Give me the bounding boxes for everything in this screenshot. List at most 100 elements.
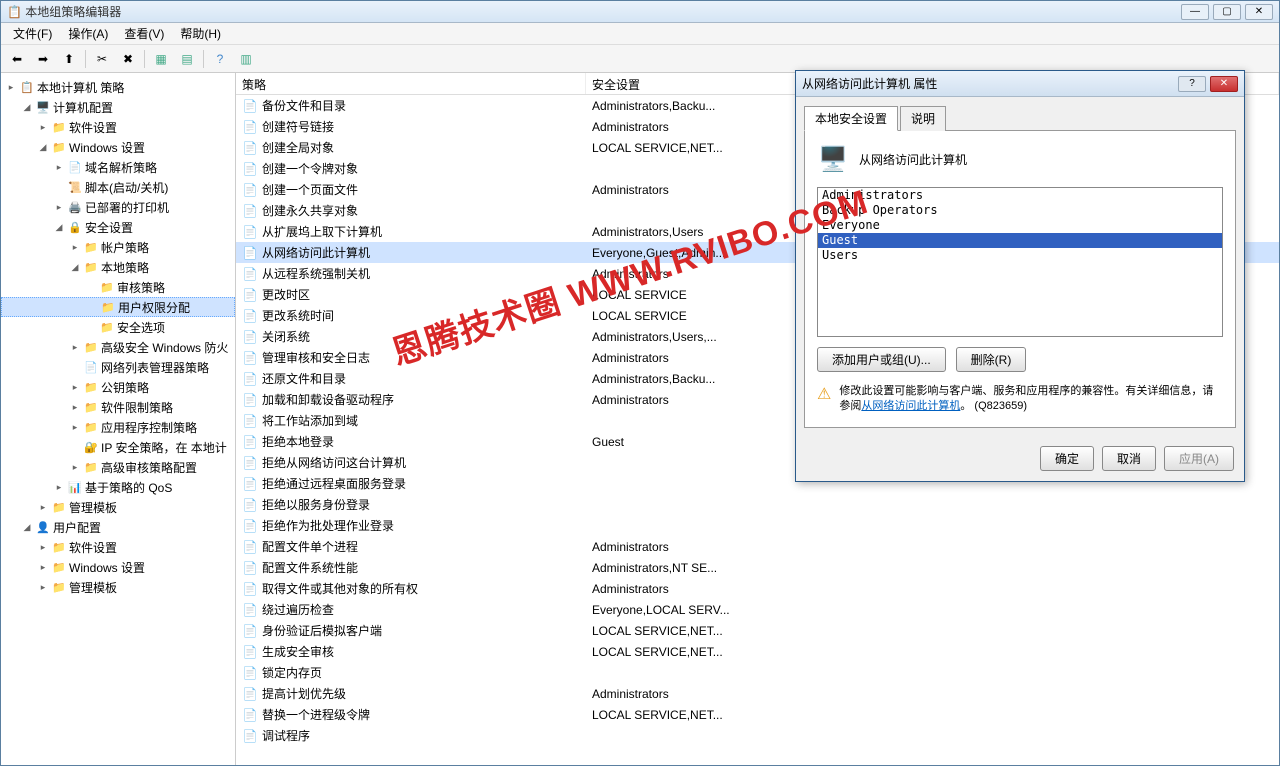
expand-icon[interactable]: ◢: [21, 522, 33, 533]
menu-view[interactable]: 查看(V): [116, 23, 172, 44]
expand-icon[interactable]: ◢: [21, 102, 33, 113]
expand-icon[interactable]: ▸: [37, 502, 49, 513]
help-button[interactable]: ?: [208, 48, 232, 70]
tab-local-security[interactable]: 本地安全设置: [804, 106, 898, 131]
policy-row[interactable]: 📄配置文件单个进程Administrators: [236, 536, 1279, 557]
col-policy[interactable]: 策略: [236, 73, 586, 94]
tree-item-user_windows[interactable]: ▸📁Windows 设置: [1, 557, 235, 577]
refresh-button[interactable]: ▦: [149, 48, 173, 70]
user-list-item[interactable]: Everyone: [818, 218, 1222, 233]
warning-link[interactable]: 从网络访问此计算机: [861, 400, 960, 412]
tree-item-security_settings[interactable]: ◢🔒安全设置: [1, 217, 235, 237]
menu-action[interactable]: 操作(A): [60, 23, 116, 44]
export-button[interactable]: ▤: [175, 48, 199, 70]
dialog-close-button[interactable]: ✕: [1210, 76, 1238, 92]
up-button[interactable]: ⬆: [57, 48, 81, 70]
expand-icon[interactable]: ▸: [69, 422, 81, 433]
policy-row[interactable]: 📄调试程序: [236, 725, 1279, 746]
tree-item-app_control[interactable]: ▸📁应用程序控制策略: [1, 417, 235, 437]
tree-item-advanced_audit[interactable]: ▸📁高级审核策略配置: [1, 457, 235, 477]
expand-icon[interactable]: ▸: [5, 82, 17, 93]
tree-item-scripts[interactable]: 📜脚本(启动/关机): [1, 177, 235, 197]
tree-item-public_key[interactable]: ▸📁公钥策略: [1, 377, 235, 397]
tree-item-network_list[interactable]: 📄网络列表管理器策略: [1, 357, 235, 377]
tree-item-windows_settings[interactable]: ◢📁Windows 设置: [1, 137, 235, 157]
ok-button[interactable]: 确定: [1040, 446, 1094, 471]
expand-icon[interactable]: ◢: [37, 142, 49, 153]
tree-item-audit_policy[interactable]: 📁审核策略: [1, 277, 235, 297]
policy-row[interactable]: 📄提高计划优先级Administrators: [236, 683, 1279, 704]
policy-row[interactable]: 📄配置文件系统性能Administrators,NT SE...: [236, 557, 1279, 578]
policy-row[interactable]: 📄生成安全审核LOCAL SERVICE,NET...: [236, 641, 1279, 662]
user-list[interactable]: AdministratorsBackup OperatorsEveryoneGu…: [817, 187, 1223, 337]
policy-icon: 📄: [242, 728, 258, 744]
apply-button[interactable]: 应用(A): [1164, 446, 1234, 471]
maximize-button[interactable]: ▢: [1213, 4, 1241, 20]
policy-row[interactable]: 📄替换一个进程级令牌LOCAL SERVICE,NET...: [236, 704, 1279, 725]
expand-icon[interactable]: ▸: [69, 382, 81, 393]
list-button[interactable]: ▥: [234, 48, 258, 70]
cut-button[interactable]: ✂: [90, 48, 114, 70]
expand-icon[interactable]: ▸: [69, 462, 81, 473]
policy-row[interactable]: 📄绕过遍历检查Everyone,LOCAL SERV...: [236, 599, 1279, 620]
policy-row[interactable]: 📄拒绝作为批处理作业登录: [236, 515, 1279, 536]
tree-label: 管理模板: [69, 579, 117, 596]
policy-name: 还原文件和目录: [262, 370, 346, 387]
tree-item-local_policies[interactable]: ◢📁本地策略: [1, 257, 235, 277]
tree-item-deployed_printers[interactable]: ▸🖨️已部署的打印机: [1, 197, 235, 217]
tree-item-user_software[interactable]: ▸📁软件设置: [1, 537, 235, 557]
tree-item-user_config[interactable]: ◢👤用户配置: [1, 517, 235, 537]
tree-item-policy_qos[interactable]: ▸📊基于策略的 QoS: [1, 477, 235, 497]
policy-row[interactable]: 📄取得文件或其他对象的所有权Administrators: [236, 578, 1279, 599]
expand-icon[interactable]: ◢: [69, 262, 81, 273]
tree-item-computer_config[interactable]: ◢🖥️计算机配置: [1, 97, 235, 117]
policy-value: Administrators: [586, 540, 1279, 554]
user-list-item[interactable]: Backup Operators: [818, 203, 1222, 218]
close-button[interactable]: ✕: [1245, 4, 1273, 20]
expand-icon[interactable]: ▸: [69, 242, 81, 253]
expand-icon[interactable]: ▸: [69, 342, 81, 353]
tree-item-software_restrict[interactable]: ▸📁软件限制策略: [1, 397, 235, 417]
user-list-item[interactable]: Guest: [818, 233, 1222, 248]
folder-icon: 📁: [83, 419, 99, 435]
user-list-item[interactable]: Administrators: [818, 188, 1222, 203]
delete-button[interactable]: ✖: [116, 48, 140, 70]
user-list-item[interactable]: Users: [818, 248, 1222, 263]
minimize-button[interactable]: —: [1181, 4, 1209, 20]
tree-pane[interactable]: ▸📋本地计算机 策略◢🖥️计算机配置▸📁软件设置◢📁Windows 设置▸📄域名…: [1, 73, 236, 765]
expand-icon[interactable]: ◢: [53, 222, 65, 233]
expand-icon[interactable]: ▸: [37, 542, 49, 553]
forward-button[interactable]: ➡: [31, 48, 55, 70]
tree-item-admin_templates[interactable]: ▸📁管理模板: [1, 497, 235, 517]
expand-icon[interactable]: ▸: [37, 122, 49, 133]
tree-item-software_settings[interactable]: ▸📁软件设置: [1, 117, 235, 137]
policy-icon: 📄: [242, 518, 258, 534]
dialog-help-button[interactable]: ?: [1178, 76, 1206, 92]
expand-icon[interactable]: ▸: [53, 162, 65, 173]
expand-icon[interactable]: ▸: [37, 582, 49, 593]
remove-button[interactable]: 删除(R): [956, 347, 1027, 372]
tree-item-advanced_windows[interactable]: ▸📁高级安全 Windows 防火: [1, 337, 235, 357]
tree-item-root[interactable]: ▸📋本地计算机 策略: [1, 77, 235, 97]
expand-icon[interactable]: ▸: [37, 562, 49, 573]
tree-item-dns_policy[interactable]: ▸📄域名解析策略: [1, 157, 235, 177]
tree-item-user_admin[interactable]: ▸📁管理模板: [1, 577, 235, 597]
expand-icon[interactable]: ▸: [53, 202, 65, 213]
policy-name: 从网络访问此计算机: [262, 244, 370, 261]
expand-icon[interactable]: ▸: [69, 402, 81, 413]
policy-row[interactable]: 📄身份验证后模拟客户端LOCAL SERVICE,NET...: [236, 620, 1279, 641]
tab-explain[interactable]: 说明: [900, 106, 946, 131]
tree-item-account_policies[interactable]: ▸📁帐户策略: [1, 237, 235, 257]
menu-help[interactable]: 帮助(H): [172, 23, 229, 44]
tree-item-ip_security[interactable]: 🔐IP 安全策略，在 本地计: [1, 437, 235, 457]
policy-row[interactable]: 📄拒绝以服务身份登录: [236, 494, 1279, 515]
policy-name: 锁定内存页: [262, 664, 322, 681]
tree-item-user_rights[interactable]: 📁用户权限分配: [1, 297, 235, 317]
menu-file[interactable]: 文件(F): [5, 23, 60, 44]
back-button[interactable]: ⬅: [5, 48, 29, 70]
cancel-button[interactable]: 取消: [1102, 446, 1156, 471]
policy-row[interactable]: 📄锁定内存页: [236, 662, 1279, 683]
expand-icon[interactable]: ▸: [53, 482, 65, 493]
tree-item-security_options[interactable]: 📁安全选项: [1, 317, 235, 337]
add-user-button[interactable]: 添加用户或组(U)...: [817, 347, 946, 372]
